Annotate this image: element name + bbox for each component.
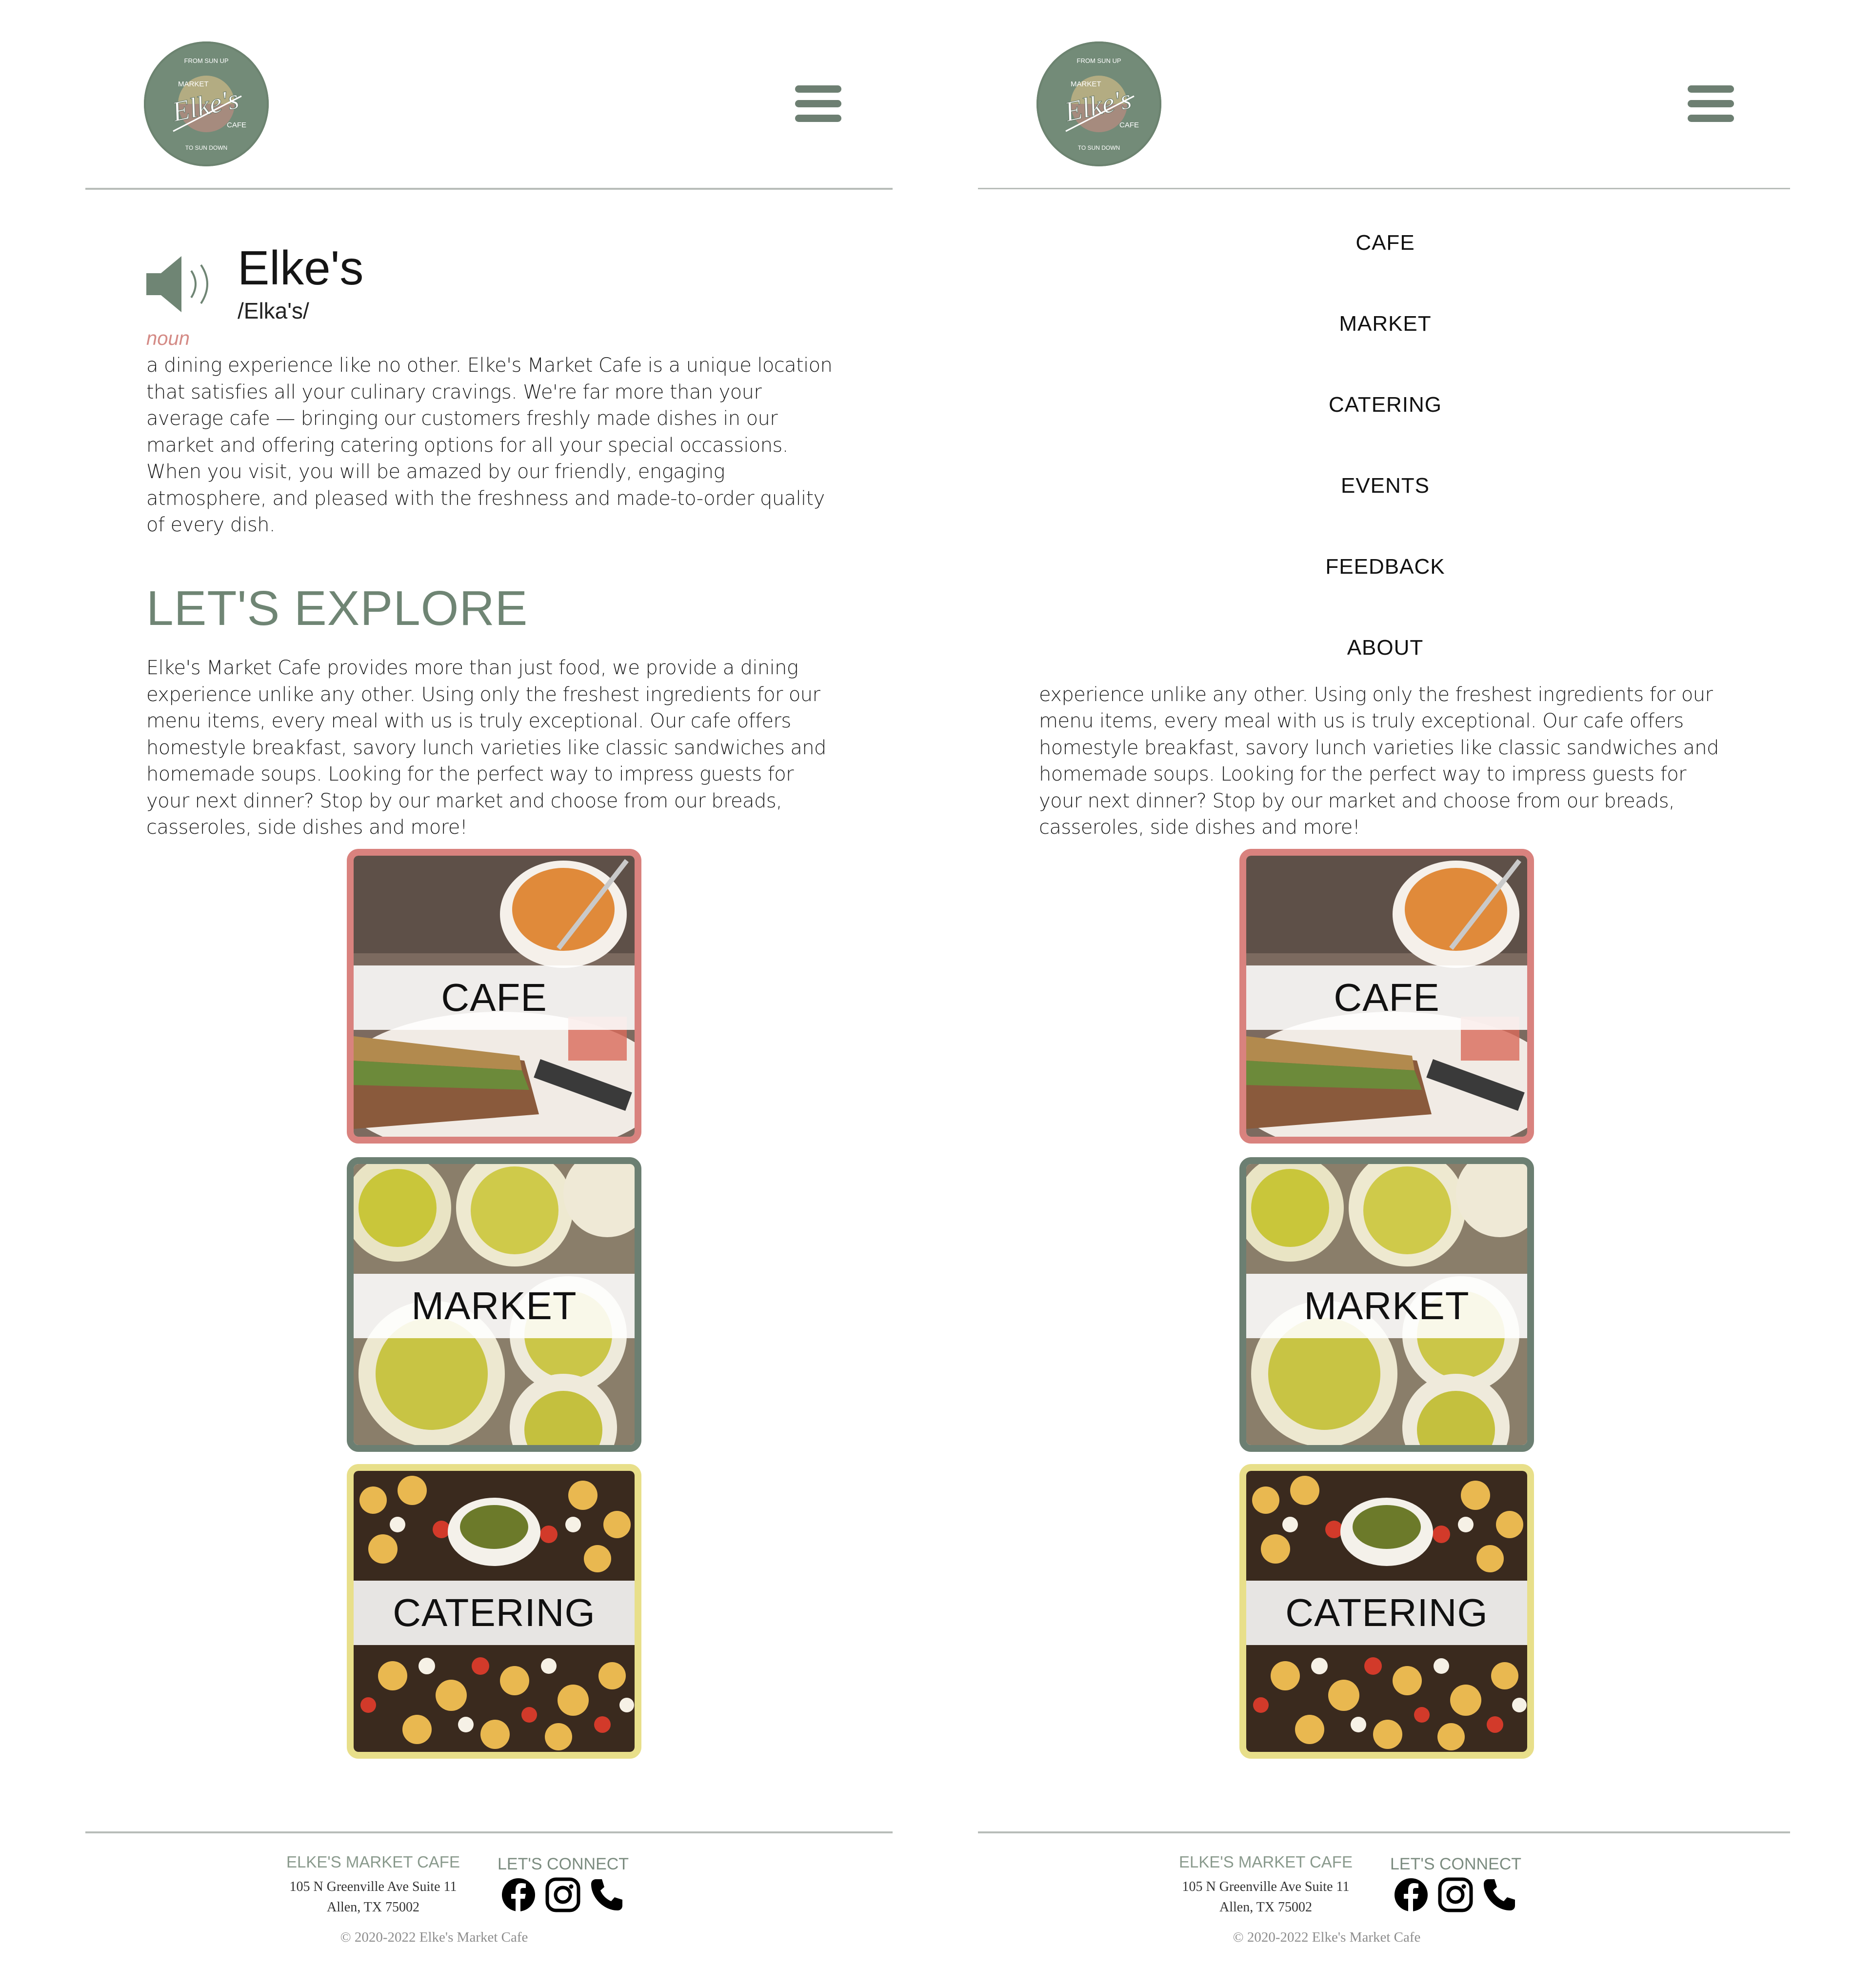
- card-catering-label: CATERING: [393, 1591, 596, 1634]
- footer-divider: [978, 1831, 1790, 1833]
- header-divider: [85, 188, 897, 190]
- explore-title: LET'S EXPLORE: [146, 581, 528, 636]
- svg-text:TO SUN DOWN: TO SUN DOWN: [185, 144, 227, 151]
- definition-word: Elke's: [238, 241, 364, 295]
- card-market-label-band: MARKET: [354, 1274, 635, 1338]
- phone-icon[interactable]: [589, 1877, 624, 1912]
- footer-address-line1: 105 N Greenville Ave Suite 11: [1182, 1879, 1350, 1894]
- card-catering-label-band: CATERING: [354, 1581, 635, 1645]
- footer-address-line2: Allen, TX 75002: [1219, 1900, 1313, 1915]
- footer-connect-label: LET'S CONNECT: [498, 1855, 629, 1873]
- logo-mark-icon: FROM SUN UP MARKET Elke's CAFE TO SUN DO…: [146, 43, 267, 164]
- footer-address-line2: Allen, TX 75002: [326, 1900, 420, 1915]
- footer-copyright: © 2020-2022 Elke's Market Cafe: [1233, 1929, 1421, 1945]
- hamburger-menu-icon[interactable]: [795, 85, 841, 122]
- explore-text: Elke's Market Cafe provides more than ju…: [1039, 657, 1719, 839]
- page-menu-open-view: FROM SUN UP MARKET Elke's CAFE TO SUN DO…: [893, 0, 1790, 1988]
- card-catering[interactable]: CATERING: [347, 1464, 641, 1759]
- instagram-icon[interactable]: [1438, 1877, 1473, 1912]
- card-cafe-label: CAFE: [1334, 976, 1440, 1019]
- card-market-label: MARKET: [411, 1284, 577, 1327]
- nav-item-events[interactable]: EVENTS: [978, 474, 1790, 498]
- card-catering-label: CATERING: [1285, 1591, 1488, 1634]
- facebook-icon[interactable]: [501, 1877, 536, 1912]
- svg-text:MARKET: MARKET: [1071, 80, 1101, 88]
- speaker-icon[interactable]: [146, 256, 219, 312]
- phone-icon[interactable]: [1482, 1877, 1517, 1912]
- svg-text:CAFE: CAFE: [227, 121, 246, 129]
- definition-phonetic: /Elka's/: [238, 298, 309, 323]
- card-cafe-label-band: CAFE: [354, 965, 635, 1030]
- card-catering-label-band: CATERING: [1246, 1581, 1527, 1645]
- instagram-icon[interactable]: [545, 1877, 580, 1912]
- card-market-label: MARKET: [1304, 1284, 1470, 1327]
- footer-address-line1: 105 N Greenville Ave Suite 11: [289, 1879, 457, 1894]
- page-content: FROM SUN UP MARKET Elke's CAFE TO SUN DO…: [85, 0, 897, 1988]
- card-cafe[interactable]: CAFE: [347, 849, 641, 1144]
- svg-text:FROM SUN UP: FROM SUN UP: [184, 57, 229, 64]
- card-market[interactable]: MARKET: [347, 1157, 641, 1452]
- hamburger-menu-icon[interactable]: [1688, 85, 1734, 122]
- nav-item-cafe[interactable]: CAFE: [978, 231, 1790, 255]
- svg-text:FROM SUN UP: FROM SUN UP: [1077, 57, 1121, 64]
- svg-text:TO SUN DOWN: TO SUN DOWN: [1078, 144, 1120, 151]
- card-catering[interactable]: CATERING: [1239, 1464, 1534, 1759]
- card-cafe[interactable]: CAFE: [1239, 849, 1534, 1144]
- footer-divider: [85, 1831, 897, 1833]
- svg-text:MARKET: MARKET: [178, 80, 209, 88]
- footer-copyright: © 2020-2022 Elke's Market Cafe: [340, 1929, 528, 1945]
- nav-item-catering[interactable]: CATERING: [978, 393, 1790, 417]
- nav-item-feedback[interactable]: FEEDBACK: [978, 555, 1790, 579]
- brand-logo[interactable]: FROM SUN UP MARKET Elke's CAFE TO SUN DO…: [144, 41, 269, 166]
- card-cafe-label-band: CAFE: [1246, 965, 1527, 1030]
- definition-part-of-speech: noun: [146, 328, 190, 349]
- nav-menu-overlay: CAFE MARKET CATERING EVENTS FEEDBACK ABO…: [978, 189, 1790, 682]
- nav-item-about[interactable]: ABOUT: [978, 636, 1790, 660]
- card-market[interactable]: MARKET: [1239, 1157, 1534, 1452]
- page-content: FROM SUN UP MARKET Elke's CAFE TO SUN DO…: [978, 0, 1790, 1988]
- brand-logo[interactable]: FROM SUN UP MARKET Elke's CAFE TO SUN DO…: [1036, 41, 1161, 166]
- explore-text: Elke's Market Cafe provides more than ju…: [146, 657, 826, 839]
- facebook-icon[interactable]: [1394, 1877, 1429, 1912]
- footer-business-name: ELKE'S MARKET CAFE: [286, 1853, 460, 1871]
- logo-mark-icon: FROM SUN UP MARKET Elke's CAFE TO SUN DO…: [1038, 43, 1159, 164]
- footer-business-name: ELKE'S MARKET CAFE: [1179, 1853, 1353, 1871]
- nav-item-market[interactable]: MARKET: [978, 312, 1790, 336]
- page-default-view: FROM SUN UP MARKET Elke's CAFE TO SUN DO…: [0, 0, 897, 1988]
- card-cafe-label: CAFE: [441, 976, 547, 1019]
- footer-connect-label: LET'S CONNECT: [1390, 1855, 1522, 1873]
- svg-text:CAFE: CAFE: [1119, 121, 1139, 129]
- card-market-label-band: MARKET: [1246, 1274, 1527, 1338]
- definition-text: a dining experience like no other. Elke'…: [146, 354, 833, 536]
